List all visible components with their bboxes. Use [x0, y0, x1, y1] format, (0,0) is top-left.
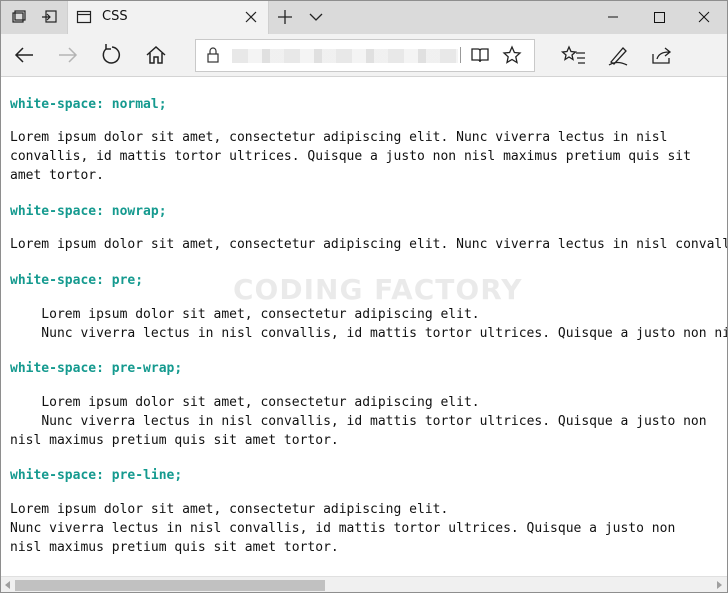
heading-nowrap: white-space: nowrap; [10, 204, 167, 219]
forward-button[interactable] [53, 40, 83, 70]
tab-title: CSS [102, 9, 128, 24]
paragraph-nowrap: Lorem ipsum dolor sit amet, consectetur … [10, 237, 727, 252]
close-icon [698, 11, 710, 23]
navigation-toolbar [1, 34, 727, 77]
star-icon[interactable] [502, 45, 522, 65]
favorites-list-icon [560, 45, 585, 64]
close-window-button[interactable] [681, 1, 727, 33]
scroll-left-icon[interactable] [4, 581, 12, 589]
lock-icon [206, 47, 220, 63]
scrollbar-thumb[interactable] [15, 580, 325, 591]
home-button[interactable] [141, 40, 171, 70]
paragraph-pre-wrap: Lorem ipsum dolor sit amet, consectetur … [10, 395, 707, 448]
paragraph-pre: Lorem ipsum dolor sit amet, consectetur … [41, 307, 727, 341]
new-tab-plus-icon[interactable] [276, 8, 294, 26]
browser-window: CSS white-space: normal; Lorem ipsum dol… [0, 0, 728, 593]
address-bar[interactable] [195, 39, 535, 72]
paragraph-pre-line: Lorem ipsum dolor sit amet, consectetur … [10, 502, 676, 555]
scroll-right-icon[interactable] [715, 581, 723, 589]
back-arrow-icon [14, 47, 33, 63]
maximize-button[interactable] [636, 1, 682, 33]
address-divider [460, 47, 461, 63]
refresh-icon [102, 44, 121, 64]
watermark: CODING FACTORY [233, 273, 523, 306]
title-bar: CSS [1, 1, 727, 35]
heading-pre-wrap: white-space: pre-wrap; [10, 361, 183, 376]
book-icon[interactable] [470, 46, 490, 64]
page-content: white-space: normal; Lorem ipsum dolor s… [1, 77, 727, 576]
close-tab-icon[interactable] [244, 10, 262, 28]
maximize-icon [654, 12, 665, 23]
horizontal-scrollbar[interactable] [1, 576, 727, 592]
url-text[interactable] [232, 49, 458, 63]
heading-pre: white-space: pre; [10, 273, 144, 288]
refresh-button[interactable] [97, 40, 127, 70]
heading-normal: white-space: normal; [10, 97, 167, 112]
paragraph-normal: Lorem ipsum dolor sit amet, consectetur … [10, 130, 691, 183]
page-icon [76, 9, 94, 27]
pen-icon [608, 47, 628, 66]
tab-css[interactable]: CSS [67, 1, 269, 34]
favorites-hub-button[interactable] [559, 40, 589, 70]
share-icon [652, 47, 672, 64]
chevron-down-icon[interactable] [307, 8, 325, 26]
home-icon [146, 45, 166, 64]
back-button[interactable] [9, 40, 39, 70]
notes-button[interactable] [603, 40, 633, 70]
heading-pre-line: white-space: pre-line; [10, 468, 183, 483]
minimize-button[interactable] [590, 1, 636, 33]
tab-preview-icon[interactable] [10, 8, 28, 26]
share-button[interactable] [647, 40, 677, 70]
minimize-icon [608, 16, 618, 18]
set-aside-tabs-icon[interactable] [40, 8, 58, 26]
forward-arrow-icon [59, 47, 78, 63]
